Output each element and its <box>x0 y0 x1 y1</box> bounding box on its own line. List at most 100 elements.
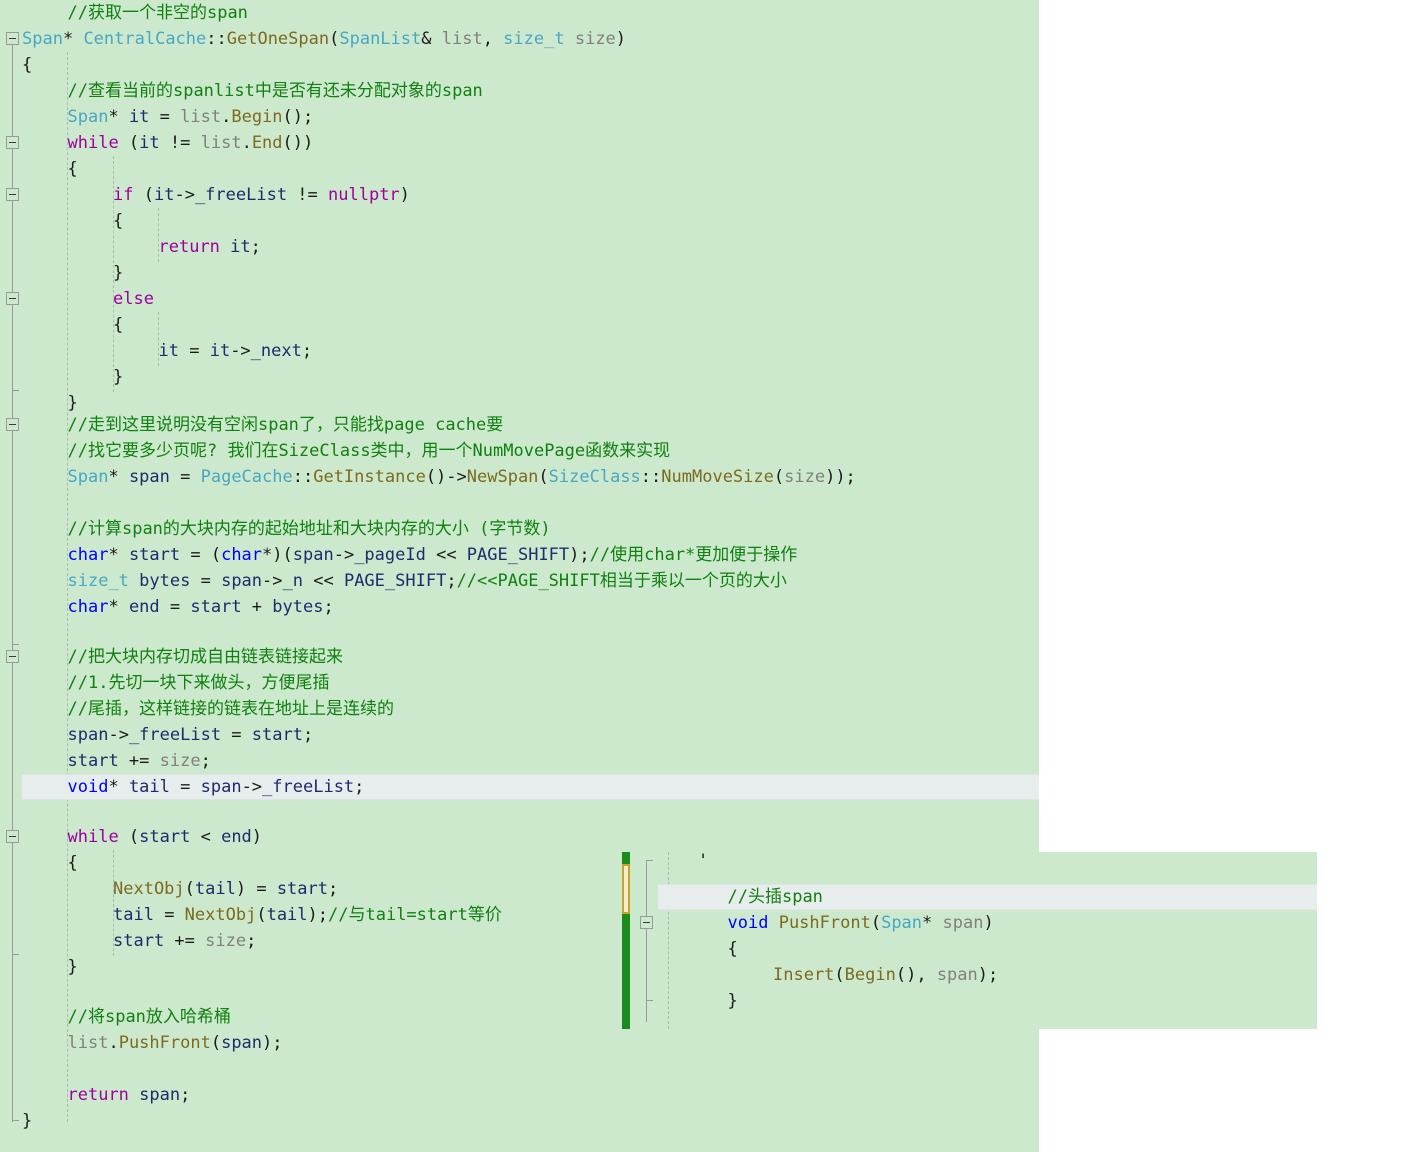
code-token-typekw: char <box>67 545 109 565</box>
code-line[interactable]: char* end = start + bytes; <box>0 594 334 620</box>
code-token-punc: { <box>67 159 78 179</box>
code-line[interactable]: return span; <box>0 1082 191 1108</box>
code-token-var: it <box>158 341 179 361</box>
code-token-cls: SizeClass <box>548 467 641 487</box>
code-line[interactable]: } <box>660 988 738 1014</box>
code-line[interactable]: //走到这里说明没有空闲span了，只能找page cache要 <box>0 412 504 438</box>
code-token-cmt: //与tail=start等价 <box>328 905 502 925</box>
code-line[interactable]: } <box>0 364 123 390</box>
code-line[interactable]: tail = NextObj(tail);//与tail=start等价 <box>0 902 502 928</box>
code-token-punc: :: <box>640 467 662 487</box>
code-token-cmt: //尾插，这样链接的链表在地址上是连续的 <box>67 699 394 719</box>
code-token-punc <box>129 1085 139 1105</box>
code-line[interactable]: //头插span <box>660 884 823 910</box>
code-line[interactable]: if (it->_freeList != nullptr) <box>0 182 410 208</box>
code-token-fn: Insert <box>773 965 835 985</box>
code-token-fn: PushFront <box>778 913 871 933</box>
code-line[interactable]: } <box>0 954 78 980</box>
code-token-punc: } <box>113 367 124 387</box>
code-line[interactable]: } <box>0 1108 32 1134</box>
code-line[interactable]: //尾插，这样链接的链表在地址上是连续的 <box>0 696 394 722</box>
code-token-typekw: void <box>727 913 769 933</box>
code-token-var: span <box>200 777 242 797</box>
code-token-fn: NextObj <box>113 879 185 899</box>
code-token-punc: -> <box>174 185 195 205</box>
code-token-cmt: //查看当前的spanlist中是否有还未分配对象的span <box>67 81 483 101</box>
code-line[interactable]: list.PushFront(span); <box>0 1030 283 1056</box>
code-token-punc: = <box>190 571 222 591</box>
code-line[interactable]: Insert(Begin(), span); <box>660 962 998 988</box>
code-token-punc: ( <box>538 467 549 487</box>
fold-toggle-icon[interactable] <box>640 916 653 929</box>
code-token-var: start <box>139 827 191 847</box>
code-line[interactable]: it = it->_next; <box>0 338 313 364</box>
code-token-punc: += <box>118 751 160 771</box>
code-line[interactable]: } <box>0 260 123 286</box>
code-token-punc: } <box>22 1111 33 1131</box>
code-token-cmt: //走到这里说明没有空闲span了，只能找page cache要 <box>67 415 504 435</box>
code-line[interactable]: char* start = (char*)(span->_pageId << P… <box>0 542 798 568</box>
code-token-punc: -> <box>108 725 129 745</box>
code-line[interactable]: while (it != list.End()) <box>0 130 314 156</box>
code-line[interactable]: start += size; <box>0 928 256 954</box>
code-token-punc: ()-> <box>425 467 467 487</box>
code-line[interactable]: span->_freeList = start; <box>0 722 314 748</box>
code-token-fn: End <box>251 133 283 153</box>
code-line[interactable]: //将span放入哈希桶 <box>0 1004 231 1030</box>
code-token-fn: Begin <box>231 107 283 127</box>
code-token-punc: << <box>303 571 344 591</box>
code-line[interactable]: while (start < end) <box>0 824 263 850</box>
code-token-cls: CentralCache <box>83 29 207 49</box>
code-line[interactable]: //找它要多少页呢? 我们在SizeClass类中，用一个NumMovePage… <box>0 438 671 464</box>
code-line[interactable]: else <box>0 286 154 312</box>
code-line[interactable]: Span* CentralCache::GetOneSpan(SpanList&… <box>0 26 626 52</box>
code-line[interactable]: //查看当前的spanlist中是否有还未分配对象的span <box>0 78 483 104</box>
code-line[interactable]: { <box>0 312 123 338</box>
code-token-punc: )); <box>825 467 856 487</box>
code-line[interactable]: //获取一个非空的span <box>0 0 248 26</box>
code-token-punc: ( <box>133 185 154 205</box>
code-token-punc <box>768 913 778 933</box>
code-token-punc: (), <box>895 965 937 985</box>
code-token-punc: ( <box>118 133 140 153</box>
code-token-punc: * <box>62 29 84 49</box>
code-token-punc: (); <box>282 107 314 127</box>
code-token-kw: while <box>67 827 119 847</box>
code-token-var: start <box>67 751 119 771</box>
code-token-var: it <box>139 133 160 153</box>
code-token-fn: Begin <box>844 965 896 985</box>
code-token-cmt: //获取一个非空的span <box>67 3 248 23</box>
code-token-kw: if <box>113 185 134 205</box>
code-token-punc: -> <box>241 777 263 797</box>
code-line[interactable]: //1.先切一块下来做头，方便尾插 <box>0 670 330 696</box>
code-line[interactable]: //计算span的大块内存的起始地址和大块内存的大小 (字节数) <box>0 516 551 542</box>
code-line[interactable]: start += size; <box>0 748 211 774</box>
code-token-punc: & <box>421 29 442 49</box>
peek-definition-overlay[interactable]: ' //头插span void PushFront(Span* span){Ins… <box>620 852 1317 1029</box>
code-line[interactable]: Span* span = PageCache::GetInstance()->N… <box>0 464 856 490</box>
code-token-punc: ) = <box>235 879 277 899</box>
code-line[interactable]: { <box>0 52 32 78</box>
code-line[interactable]: { <box>0 208 123 234</box>
code-token-punc: *)( <box>262 545 293 565</box>
code-token-gray: list <box>441 29 483 49</box>
code-token-punc: { <box>67 853 78 873</box>
clipped-glyph: ' <box>698 852 709 871</box>
code-line[interactable]: NextObj(tail) = start; <box>0 876 338 902</box>
code-line[interactable]: { <box>660 936 738 962</box>
code-token-cmt: //将span放入哈希桶 <box>67 1007 231 1027</box>
code-line[interactable]: Span* it = list.Begin(); <box>0 104 314 130</box>
code-line[interactable]: //把大块内存切成自由链表链接起来 <box>0 644 343 670</box>
code-token-punc: ; <box>354 777 365 797</box>
code-token-var: tail <box>128 777 170 797</box>
code-token-punc: { <box>113 315 124 335</box>
code-token-typekw: char <box>67 597 109 617</box>
code-line[interactable]: void PushFront(Span* span) <box>660 910 994 936</box>
code-token-punc: = <box>149 107 181 127</box>
code-token-punc: ; <box>200 751 211 771</box>
code-line[interactable]: { <box>0 156 78 182</box>
code-line[interactable]: size_t bytes = span->_n << PAGE_SHIFT;//… <box>0 568 787 594</box>
code-line[interactable]: void* tail = span->_freeList; <box>0 774 365 800</box>
code-line[interactable]: { <box>0 850 78 876</box>
code-line[interactable]: return it; <box>0 234 261 260</box>
